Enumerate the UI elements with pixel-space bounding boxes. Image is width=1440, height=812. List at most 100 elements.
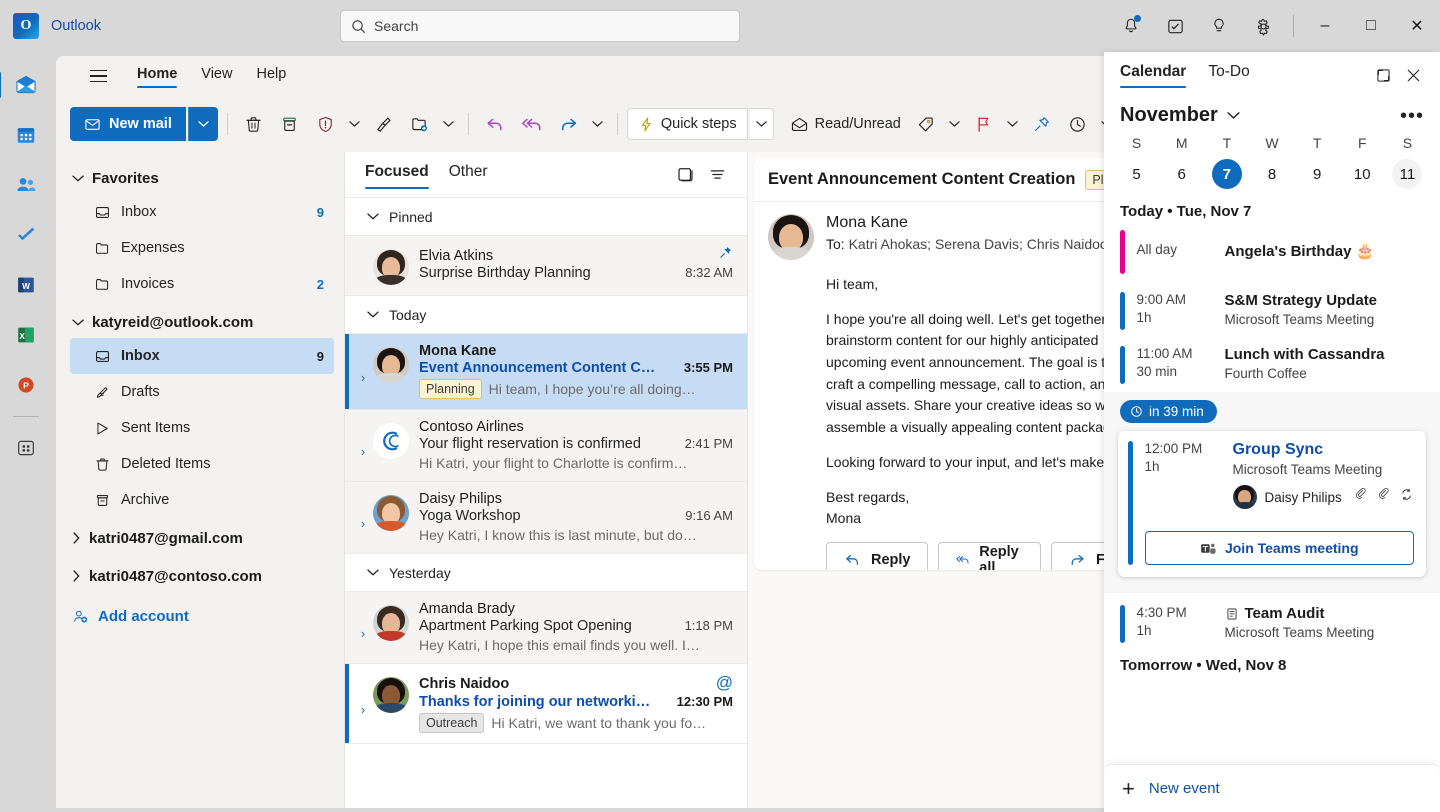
search-input[interactable]: Search xyxy=(340,10,740,42)
reply-all-icon[interactable] xyxy=(514,107,550,141)
list-item[interactable]: 4:30 PM 1h Team Audit Microsoft Teams Me… xyxy=(1104,593,1440,651)
snooze-icon[interactable] xyxy=(1061,107,1095,141)
report-dropdown[interactable] xyxy=(345,107,365,141)
notification-bell-icon[interactable] xyxy=(1109,6,1153,46)
minimize-button[interactable]: – xyxy=(1302,0,1348,52)
table-row[interactable]: › Amanda Brady xyxy=(345,592,747,664)
attachment-icon[interactable] xyxy=(1353,487,1368,507)
flag-icon[interactable] xyxy=(967,107,1001,141)
delete-icon[interactable] xyxy=(237,107,271,141)
word-app-icon[interactable]: W xyxy=(4,260,48,310)
mail-app-icon[interactable] xyxy=(4,60,48,110)
category-badge[interactable]: Outreach xyxy=(419,713,484,733)
excel-app-icon[interactable]: X xyxy=(4,310,48,360)
pop-out-icon[interactable] xyxy=(1368,60,1398,90)
tab-view[interactable]: View xyxy=(190,63,243,89)
date-cell[interactable]: 5 xyxy=(1114,157,1159,191)
note-edit-icon[interactable] xyxy=(1153,6,1197,46)
sidebar-item-invoices[interactable]: Invoices 2 xyxy=(70,266,334,302)
filter-sort-icon[interactable] xyxy=(701,160,733,190)
tab-home[interactable]: Home xyxy=(126,63,188,89)
new-event-button[interactable]: + New event xyxy=(1104,764,1440,812)
table-row[interactable]: › Daisy Philips xyxy=(345,482,747,554)
archive-icon[interactable] xyxy=(273,107,307,141)
quick-steps-dropdown[interactable] xyxy=(750,108,774,140)
group-header-yesterday[interactable]: Yesterday xyxy=(345,554,747,592)
tab-todo[interactable]: To-Do xyxy=(1208,63,1249,87)
tab-other[interactable]: Other xyxy=(449,163,488,186)
report-icon[interactable] xyxy=(309,107,343,141)
new-mail-button[interactable]: New mail xyxy=(70,107,186,141)
lightbulb-icon[interactable] xyxy=(1197,6,1241,46)
reply-icon[interactable] xyxy=(478,107,512,141)
sidebar-item-sent[interactable]: Sent Items xyxy=(70,410,334,446)
date-cell[interactable]: 8 xyxy=(1249,157,1294,191)
forward-icon[interactable] xyxy=(552,107,586,141)
reply-all-button[interactable]: Reply all xyxy=(938,542,1042,570)
move-to-icon[interactable] xyxy=(403,107,437,141)
chevron-down-icon[interactable] xyxy=(1227,107,1240,125)
sweep-icon[interactable] xyxy=(367,107,401,141)
folder-group-katyreid[interactable]: katyreid@outlook.com xyxy=(70,306,334,338)
upcoming-event-card[interactable]: 12:00 PM 1h Group Sync Microsoft Teams M… xyxy=(1118,431,1426,577)
sidebar-item-inbox[interactable]: Inbox 9 xyxy=(70,338,334,374)
group-header-today[interactable]: Today xyxy=(345,296,747,334)
date-cell[interactable]: 6 xyxy=(1159,157,1204,191)
expand-chevron[interactable]: › xyxy=(355,343,371,399)
sidebar-item-deleted[interactable]: Deleted Items xyxy=(70,446,334,482)
read-unread-button[interactable]: Read/Unread xyxy=(784,107,907,141)
event-title[interactable]: Group Sync xyxy=(1233,441,1415,459)
hamburger-menu-icon[interactable] xyxy=(82,61,114,91)
maximize-button[interactable]: □ xyxy=(1348,0,1394,52)
folder-group-favorites[interactable]: Favorites xyxy=(70,162,334,194)
more-apps-icon[interactable] xyxy=(4,423,48,473)
date-cell[interactable]: 11 xyxy=(1385,157,1430,191)
table-row[interactable]: Elvia Atkins Surprise Birthday Planning … xyxy=(345,236,747,296)
add-account-button[interactable]: Add account xyxy=(70,598,334,634)
reply-button[interactable]: Reply xyxy=(826,542,928,570)
sidebar-item-inbox-fav[interactable]: Inbox 9 xyxy=(70,194,334,230)
folder-group-contoso[interactable]: katri0487@contoso.com xyxy=(70,560,334,592)
expand-chevron[interactable]: › xyxy=(355,601,371,653)
move-to-dropdown[interactable] xyxy=(439,107,459,141)
expand-chevron[interactable]: › xyxy=(355,419,371,471)
list-item[interactable]: 9:00 AM 1h S&M Strategy Update Microsoft… xyxy=(1104,284,1440,338)
powerpoint-app-icon[interactable]: P xyxy=(4,360,48,410)
sidebar-item-drafts[interactable]: Drafts xyxy=(70,374,334,410)
expand-chevron[interactable]: › xyxy=(355,491,371,543)
tab-focused[interactable]: Focused xyxy=(365,163,429,186)
tag-icon[interactable] xyxy=(909,107,943,141)
calendar-app-icon[interactable] xyxy=(4,110,48,160)
group-header-pinned[interactable]: Pinned xyxy=(345,198,747,236)
reading-pane-layout-icon[interactable] xyxy=(669,160,701,190)
date-cell[interactable]: 10 xyxy=(1340,157,1385,191)
sidebar-item-archive[interactable]: Archive xyxy=(70,482,334,518)
calendar-more-options-icon[interactable]: ••• xyxy=(1400,110,1424,122)
close-icon[interactable] xyxy=(1398,60,1428,90)
attachment-icon[interactable] xyxy=(1376,487,1391,507)
table-row[interactable]: › Chris Naidoo @ xyxy=(345,664,747,744)
pin-icon[interactable] xyxy=(718,245,733,264)
forward-dropdown[interactable] xyxy=(588,107,608,141)
settings-gear-icon[interactable] xyxy=(1241,6,1285,46)
date-cell[interactable]: 9 xyxy=(1295,157,1340,191)
tab-help[interactable]: Help xyxy=(245,63,297,89)
list-item[interactable]: 11:00 AM 30 min Lunch with Cassandra Fou… xyxy=(1104,338,1440,392)
tag-dropdown[interactable] xyxy=(945,107,965,141)
close-button[interactable]: ✕ xyxy=(1394,0,1440,52)
search-container[interactable]: Search xyxy=(340,10,740,42)
list-item[interactable]: All day Angela's Birthday 🎂 xyxy=(1104,226,1440,284)
todo-app-icon[interactable] xyxy=(4,210,48,260)
date-cell-today[interactable]: 7 xyxy=(1204,157,1249,191)
flag-dropdown[interactable] xyxy=(1003,107,1023,141)
tab-calendar[interactable]: Calendar xyxy=(1120,63,1186,87)
people-app-icon[interactable] xyxy=(4,160,48,210)
expand-chevron[interactable] xyxy=(355,245,371,285)
category-badge[interactable]: Planning xyxy=(419,379,482,399)
expand-chevron[interactable]: › xyxy=(355,673,371,733)
new-mail-dropdown[interactable] xyxy=(188,107,218,141)
table-row[interactable]: › Contoso Airlines xyxy=(345,410,747,482)
join-teams-meeting-button[interactable]: Join Teams meeting xyxy=(1145,531,1415,565)
sidebar-item-expenses[interactable]: Expenses xyxy=(70,230,334,266)
quick-steps-button[interactable]: Quick steps xyxy=(627,108,748,140)
